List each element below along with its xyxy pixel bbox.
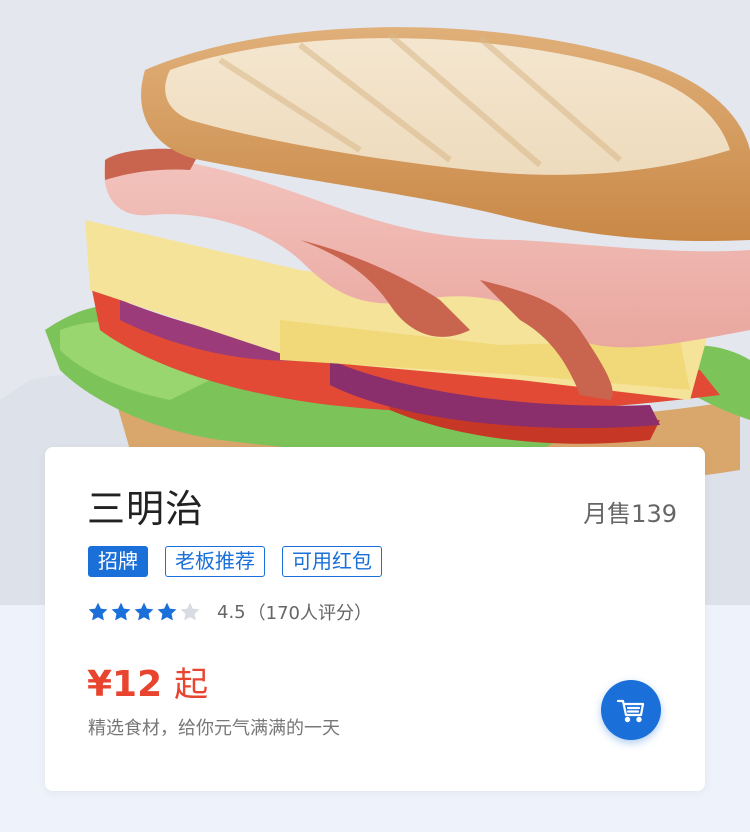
product-description: 精选食材，给你元气满满的一天 — [88, 718, 340, 739]
rating-score: 4.5 — [217, 601, 246, 623]
monthly-sales: 月售139 — [583, 500, 677, 528]
price-suffix: 起 — [174, 665, 209, 705]
star-filled-icon — [157, 602, 177, 621]
star-filled-icon — [88, 602, 108, 621]
tag-signature: 招牌 — [88, 546, 148, 577]
star-filled-icon — [134, 602, 154, 621]
shopping-cart-icon — [616, 699, 645, 723]
rating-count: （170人评分） — [247, 603, 372, 624]
price-amount: ¥12 — [87, 664, 163, 705]
rating: 4.5 （170人评分） — [87, 597, 372, 627]
star-filled-icon — [111, 602, 131, 621]
star-empty-icon — [180, 602, 200, 621]
price: ¥12 起 — [87, 662, 208, 708]
tag-boss-recommended: 老板推荐 — [165, 546, 265, 577]
add-to-cart-button[interactable] — [601, 680, 661, 740]
tag-coupon-available: 可用红包 — [282, 546, 382, 577]
product-tags: 招牌 老板推荐 可用红包 — [88, 546, 382, 577]
star-rating — [87, 601, 201, 623]
product-card[interactable]: 三明治 月售139 招牌 老板推荐 可用红包 4.5 （170人评分） ¥12 … — [45, 447, 705, 791]
product-title: 三明治 — [87, 487, 205, 531]
